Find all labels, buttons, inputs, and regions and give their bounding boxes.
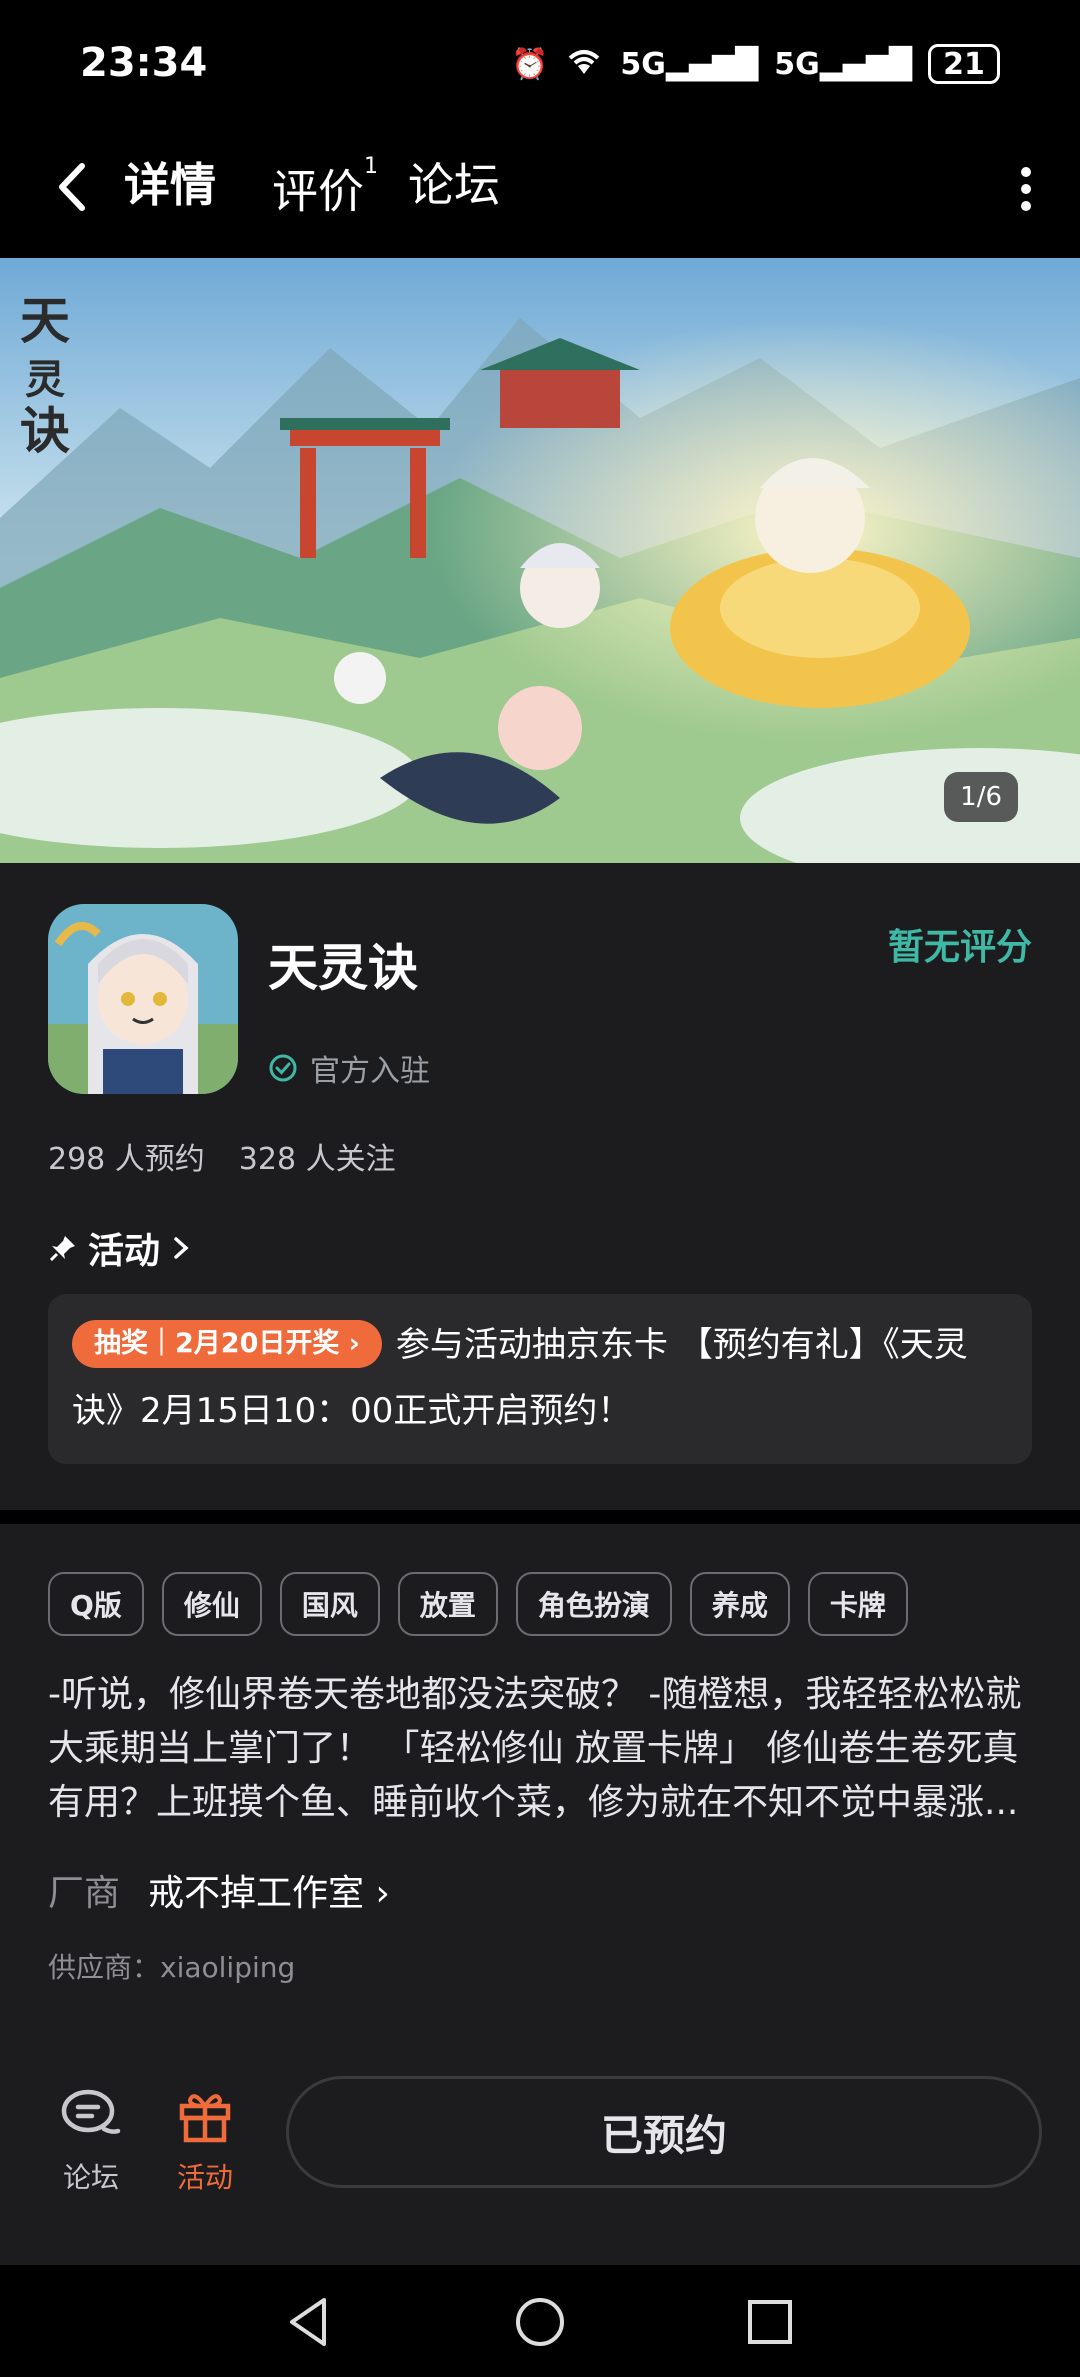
tag-chip[interactable]: 放置 [397,1572,498,1636]
tab-forum-label: 论坛 [408,158,500,212]
banner-logo: 天 [20,291,70,350]
banner-artwork: 天 灵 诀 [0,258,1080,863]
lottery-badge: 抽奖｜2月20日开奖 › [72,1320,382,1368]
supplier-text: 供应商：xiaoliping [48,1951,296,1984]
svg-text:灵: 灵 [25,356,65,403]
status-icons: ⏰ 5G▂▄▆█ 5G▂▄▆█ 21 [511,44,1000,84]
more-menu-button[interactable] [1016,160,1036,227]
activity-button[interactable]: 活动 [150,2080,260,2196]
back-button[interactable] [52,158,92,225]
activity-section-header[interactable]: 活动 [48,1222,192,1274]
game-description[interactable]: -听说，修仙界卷天卷地都没法突破？ -随橙想，我轻轻松松就大乘期当上掌门了！ 「… [48,1668,1040,1830]
tag-chip[interactable]: 卡牌 [807,1572,908,1636]
app-icon [48,904,238,1094]
circle-home-icon [516,2298,564,2346]
vendor-name: 戒不掉工作室 › [148,1873,390,1914]
activity-content[interactable]: 抽奖｜2月20日开奖 › 参与活动抽京东卡 【预约有礼】《天灵诀》2月15日10：… [72,1312,1012,1444]
tab-forum[interactable]: 论坛 [408,150,500,220]
tab-detail[interactable]: 详情 [120,150,220,220]
wifi-icon [564,44,604,84]
review-count-badge: 1 [364,154,378,179]
tag-chip[interactable]: 修仙 [161,1572,262,1636]
app-stats: 298 人预约 328 人关注 [48,1134,396,1178]
tag-chip[interactable]: 养成 [689,1572,790,1636]
activity-label: 活动 [176,2161,233,2194]
rating-label: 暂无评分 [887,927,1032,968]
tab-review-label: 评价 [272,164,364,219]
chevron-left-icon [59,163,85,211]
tag-chip[interactable]: 角色扮演 [515,1572,672,1636]
status-time: 23:34 [80,40,208,86]
follower-count: 328 人关注 [238,1142,396,1177]
carousel-counter: 1/6 [944,772,1018,822]
more-vertical-icon [1021,167,1031,211]
forum-label: 论坛 [62,2161,119,2194]
reserved-button[interactable]: 已预约 [286,2076,1042,2188]
pin-icon [49,1236,75,1262]
screenshot-carousel[interactable]: 天 灵 诀 [0,258,1080,863]
app-title: 天灵诀 [268,939,418,997]
nav-back-button[interactable] [280,2292,340,2352]
signal-icon-1: 5G▂▄▆█ [620,46,759,82]
triangle-back-icon [290,2298,326,2346]
svg-text:诀: 诀 [20,401,70,460]
vendor-row[interactable]: 厂商 戒不掉工作室 › [48,1864,390,1916]
chat-bubble-icon [61,2089,121,2134]
square-recents-icon [748,2300,792,2344]
official-badge: 官方入驻 [268,1046,430,1090]
tag-chip[interactable]: 国风 [279,1572,380,1636]
gift-icon [179,2094,231,2143]
section-divider [0,1510,1080,1524]
nav-home-button[interactable] [510,2292,570,2352]
reservation-count: 298 人预约 [48,1142,205,1177]
check-circle-icon [269,1054,297,1082]
nav-recents-button[interactable] [740,2292,800,2352]
forum-button[interactable]: 论坛 [36,2080,146,2196]
alarm-icon: ⏰ [511,46,549,82]
battery-icon: 21 [928,44,1000,84]
signal-icon-2: 5G▂▄▆█ [774,46,912,82]
tag-chip[interactable]: Q版 [48,1572,144,1636]
tag-list: Q版 修仙 国风 放置 角色扮演 养成 卡牌 [48,1572,908,1636]
vendor-label: 厂商 [48,1873,121,1914]
activity-title: 活动 [88,1231,161,1272]
official-label: 官方入驻 [310,1054,430,1089]
tab-review[interactable]: 评价1 [272,150,378,226]
tab-detail-label: 详情 [124,158,216,212]
chevron-right-icon [174,1237,189,1259]
